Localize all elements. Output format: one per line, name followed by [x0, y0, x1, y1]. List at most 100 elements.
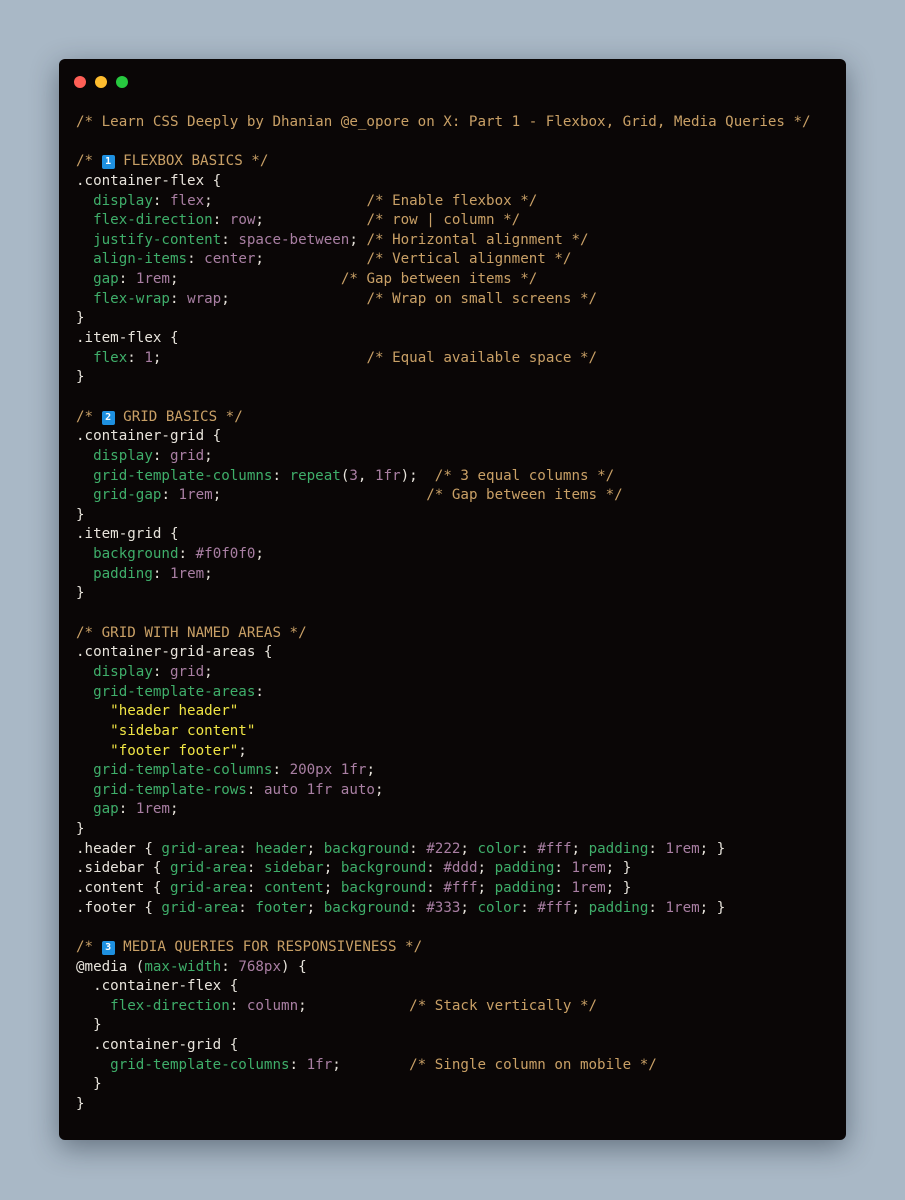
code-line: }: [76, 309, 811, 329]
code-value: space-between: [238, 231, 350, 248]
code-line: align-items: center; /* Vertical alignme…: [76, 250, 811, 270]
code-property: gap: [93, 801, 119, 818]
code-line: .container-flex {: [76, 977, 811, 997]
code-property: sidebar: [263, 860, 324, 877]
code-selector: }: [76, 506, 85, 523]
code-value: column: [246, 997, 299, 1014]
close-dot-icon[interactable]: [74, 76, 86, 88]
code-property: background: [323, 840, 410, 857]
code-line: .header { grid-area: header; background:…: [76, 840, 811, 860]
code-value: 1rem: [665, 840, 700, 857]
code-value: #fff: [537, 899, 572, 916]
code-punctuation: [76, 566, 93, 582]
minimize-dot-icon[interactable]: [95, 76, 107, 88]
code-line: "footer footer";: [76, 742, 811, 762]
code-property: justify-content: [93, 231, 222, 248]
code-line: grid-template-columns: repeat(3, 1fr); /…: [76, 467, 811, 487]
code-property: header: [255, 840, 307, 857]
code-punctuation: ;: [255, 212, 367, 229]
code-punctuation: :: [272, 467, 290, 484]
number-badge-icon: 3: [101, 940, 115, 955]
maximize-dot-icon[interactable]: [116, 76, 128, 88]
number-badge-icon: 1: [101, 155, 115, 170]
code-value: grid: [169, 447, 205, 464]
code-punctuation: [76, 998, 110, 1014]
code-property: display: [93, 663, 153, 680]
code-punctuation: ;: [374, 781, 384, 798]
code-punctuation: [76, 703, 110, 719]
code-punctuation: ;: [255, 251, 367, 268]
code-value: 1: [144, 349, 153, 366]
code-property: background: [340, 860, 427, 877]
code-property: content: [263, 879, 324, 896]
code-punctuation: ;: [212, 487, 427, 504]
code-punctuation: ; }: [605, 879, 632, 896]
code-value: row: [229, 212, 256, 229]
code-punctuation: [76, 1057, 110, 1073]
code-punctuation: :: [118, 801, 136, 818]
code-line: grid-gap: 1rem; /* Gap between items */: [76, 486, 811, 506]
code-value: #ddd: [443, 860, 478, 877]
code-selector: .container-grid {: [76, 1037, 239, 1054]
code-selector: .container-grid-areas {: [76, 644, 273, 661]
code-value: 1rem: [665, 899, 700, 916]
code-punctuation: ;: [238, 742, 247, 759]
code-punctuation: [76, 664, 93, 680]
code-selector: }: [76, 310, 85, 327]
code-punctuation: ;: [204, 447, 213, 464]
code-punctuation: :: [152, 565, 170, 582]
code-property: padding: [93, 565, 153, 582]
code-line: /* 2 GRID BASICS */: [76, 408, 811, 428]
code-punctuation: :: [520, 840, 538, 857]
code-value: 200px 1fr: [289, 762, 367, 779]
code-punctuation: (: [127, 958, 145, 975]
code-punctuation: :: [246, 879, 264, 896]
code-punctuation: :: [161, 487, 179, 504]
code-punctuation: :: [648, 840, 666, 857]
code-punctuation: :: [272, 762, 290, 779]
code-comment: /* Equal available space */: [366, 349, 598, 366]
code-line: .container-grid {: [76, 427, 811, 447]
code-punctuation: :: [520, 899, 538, 916]
code-property: grid-area: [169, 860, 247, 877]
code-string: "header header": [110, 703, 239, 720]
code-selector: }: [76, 369, 85, 386]
code-punctuation: :: [238, 899, 256, 916]
code-punctuation: :: [221, 958, 239, 975]
code-window: /* Learn CSS Deeply by Dhanian @e_opore …: [59, 59, 846, 1140]
code-punctuation: );: [400, 467, 435, 484]
code-punctuation: ) {: [281, 958, 307, 975]
code-punctuation: :: [229, 997, 247, 1014]
code-line: .container-flex {: [76, 172, 811, 192]
code-punctuation: ;: [204, 565, 213, 582]
code-line: "sidebar content": [76, 722, 811, 742]
code-value: 1rem: [135, 801, 170, 818]
code-punctuation: :: [238, 840, 256, 857]
code-line: }: [76, 584, 811, 604]
code-comment: /*: [76, 408, 102, 425]
code-comment: /* Learn CSS Deeply by Dhanian @e_opore …: [76, 114, 811, 130]
code-punctuation: ;: [460, 840, 478, 857]
code-line: }: [76, 506, 811, 526]
code-line: grid-template-columns: 1fr; /* Single co…: [76, 1056, 811, 1076]
code-property: background: [323, 899, 410, 916]
code-punctuation: :: [409, 899, 427, 916]
code-property: padding: [588, 840, 649, 857]
code-punctuation: [76, 468, 93, 484]
code-value: #fff: [537, 840, 572, 857]
code-punctuation: ; }: [699, 899, 726, 916]
code-punctuation: ;: [332, 1056, 410, 1073]
code-property: color: [477, 840, 521, 857]
code-value: 1fr: [306, 1056, 333, 1073]
code-comment: /* Gap between items */: [340, 271, 538, 288]
code-punctuation: [76, 251, 93, 267]
code-punctuation: :: [554, 879, 572, 896]
code-punctuation: :: [426, 860, 444, 877]
code-punctuation: ;: [477, 860, 495, 877]
code-punctuation: [76, 743, 110, 759]
code-line: .sidebar { grid-area: sidebar; backgroun…: [76, 859, 811, 879]
code-punctuation: :: [127, 349, 145, 366]
code-line: "header header": [76, 702, 811, 722]
code-punctuation: :: [152, 447, 170, 464]
